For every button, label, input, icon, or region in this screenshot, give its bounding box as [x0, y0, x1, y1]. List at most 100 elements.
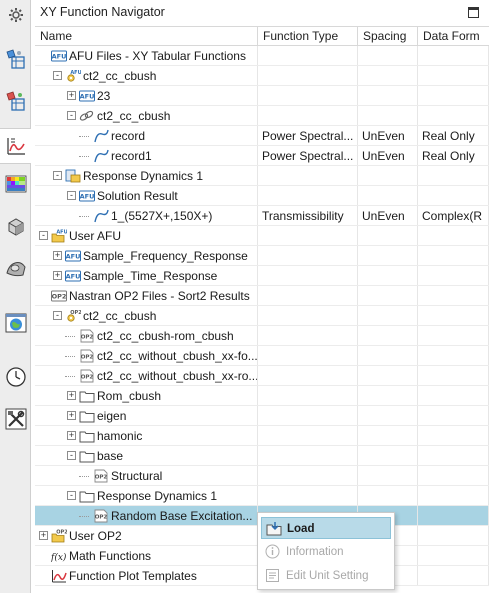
- op2-result-node[interactable]: OP2 ct2_cc_cbush-rom_cbush: [35, 326, 258, 346]
- tree-row[interactable]: - Response Dynamics 1: [35, 486, 489, 506]
- column-header-name[interactable]: Name: [35, 27, 258, 46]
- tree-row[interactable]: - AFU User AFU: [35, 226, 489, 246]
- color-palette-icon[interactable]: [3, 172, 28, 197]
- tree-row[interactable]: + AFU Sample_Frequency_Response: [35, 246, 489, 266]
- function-node[interactable]: 1_(5527X+,150X+): [35, 206, 258, 226]
- history-clock-icon[interactable]: [3, 364, 28, 389]
- collapse-icon[interactable]: -: [39, 231, 48, 240]
- tree-row[interactable]: OP2 Nastran OP2 Files - Sort2 Results: [35, 286, 489, 306]
- expand-icon[interactable]: +: [53, 271, 62, 280]
- collapse-icon[interactable]: -: [53, 71, 62, 80]
- tree-row[interactable]: + hamonic: [35, 426, 489, 446]
- settings-gear-icon[interactable]: [3, 2, 28, 27]
- response-dynamics-node[interactable]: - Response Dynamics 1: [35, 166, 258, 186]
- context-menu-edit-unit-setting[interactable]: Edit Unit Setting: [261, 565, 391, 587]
- xy-function-navigator-tab-icon[interactable]: [0, 128, 31, 164]
- tree-row[interactable]: - ct2_cc_cbush: [35, 106, 489, 126]
- collapse-icon[interactable]: -: [53, 171, 62, 180]
- context-menu-load[interactable]: Load: [261, 517, 391, 539]
- folder-node[interactable]: + hamonic: [35, 426, 258, 446]
- tree-row[interactable]: + AFU Sample_Time_Response: [35, 266, 489, 286]
- afu-files-node[interactable]: AFU AFU Files - XY Tabular Functions: [35, 46, 258, 66]
- afu-file-node[interactable]: - AFU ct2_cc_cbush: [35, 66, 258, 86]
- expand-icon[interactable]: +: [67, 411, 76, 420]
- collapse-icon[interactable]: -: [67, 111, 76, 120]
- afu-linked-file-node[interactable]: - ct2_cc_cbush: [35, 106, 258, 126]
- math-functions-node[interactable]: f(x) Math Functions: [35, 546, 258, 566]
- folder-node[interactable]: + Rom_cbush: [35, 386, 258, 406]
- tree-row[interactable]: - OP2 ct2_cc_cbush: [35, 306, 489, 326]
- collapse-icon[interactable]: -: [53, 311, 62, 320]
- collapse-icon[interactable]: -: [67, 491, 76, 500]
- column-header-spacing[interactable]: Spacing: [358, 27, 418, 46]
- column-header-data-form[interactable]: Data Form: [418, 27, 489, 46]
- tree-row[interactable]: record1 Power Spectral... UnEven Real Only: [35, 146, 489, 166]
- folder-node[interactable]: - Response Dynamics 1: [35, 486, 258, 506]
- folder-icon: [79, 489, 95, 503]
- part-navigator-icon[interactable]: [3, 88, 28, 113]
- tree-row[interactable]: OP2 ct2_cc_without_cbush_xx-ro...: [35, 366, 489, 386]
- expand-icon[interactable]: +: [67, 391, 76, 400]
- expand-icon[interactable]: +: [39, 531, 48, 540]
- tree-row[interactable]: OP2 ct2_cc_cbush-rom_cbush: [35, 326, 489, 346]
- tree-row[interactable]: - AFU Solution Result: [35, 186, 489, 206]
- op2-result-node[interactable]: OP2 Random Base Excitation...: [35, 506, 258, 526]
- maximize-icon[interactable]: [468, 7, 479, 18]
- tree-row[interactable]: AFU AFU Files - XY Tabular Functions: [35, 46, 489, 66]
- function-node[interactable]: record1: [35, 146, 258, 166]
- tree-row[interactable]: + Rom_cbush: [35, 386, 489, 406]
- collapse-icon[interactable]: -: [67, 191, 76, 200]
- collapse-icon[interactable]: -: [67, 451, 76, 460]
- user-afu-node[interactable]: - AFU User AFU: [35, 226, 258, 246]
- row-spacing: [358, 466, 418, 486]
- expand-icon[interactable]: +: [67, 91, 76, 100]
- row-spacing: [358, 46, 418, 66]
- op2-file-node[interactable]: - OP2 ct2_cc_cbush: [35, 306, 258, 326]
- tree-row[interactable]: OP2 Structural: [35, 466, 489, 486]
- context-menu-information[interactable]: Information: [261, 541, 391, 563]
- expand-icon[interactable]: +: [53, 251, 62, 260]
- row-spacing: [358, 386, 418, 406]
- svg-text:f(x): f(x): [51, 552, 67, 563]
- svg-text:OP2: OP2: [81, 335, 94, 341]
- row-function-type: Power Spectral...: [258, 146, 358, 166]
- row-function-type: [258, 426, 358, 446]
- folder-icon: [79, 389, 95, 403]
- op2-result-node[interactable]: OP2 ct2_cc_without_cbush_xx-fo...: [35, 346, 258, 366]
- tree-row[interactable]: - AFU ct2_cc_cbush: [35, 66, 489, 86]
- sample-file-node[interactable]: + AFU Sample_Frequency_Response: [35, 246, 258, 266]
- folder-node[interactable]: - base: [35, 446, 258, 466]
- web-browser-icon[interactable]: [3, 310, 28, 335]
- tree-row[interactable]: + eigen: [35, 406, 489, 426]
- afu-record-group-node[interactable]: + AFU 23: [35, 86, 258, 106]
- tree-row[interactable]: OP2 ct2_cc_without_cbush_xx-fo...: [35, 346, 489, 366]
- context-menu: Load Information Edit Unit Setting: [257, 512, 395, 590]
- folder-node[interactable]: + eigen: [35, 406, 258, 426]
- tree-row[interactable]: + AFU 23: [35, 86, 489, 106]
- process-studio-tools-icon[interactable]: [3, 406, 28, 431]
- expand-icon[interactable]: +: [67, 431, 76, 440]
- user-op2-node[interactable]: + OP2 User OP2: [35, 526, 258, 546]
- assembly-navigator-icon[interactable]: [3, 46, 28, 71]
- op2-result-node[interactable]: OP2 ct2_cc_without_cbush_xx-ro...: [35, 366, 258, 386]
- row-data-form: [418, 306, 489, 326]
- function-node[interactable]: record: [35, 126, 258, 146]
- row-name: ct2_cc_without_cbush_xx-fo...: [97, 349, 258, 363]
- solution-result-node[interactable]: - AFU Solution Result: [35, 186, 258, 206]
- function-plot-templates-node[interactable]: Function Plot Templates: [35, 566, 258, 586]
- roles-cube-icon[interactable]: [3, 214, 28, 239]
- resource-bar: [0, 0, 31, 593]
- tree-row[interactable]: 1_(5527X+,150X+) Transmissibility UnEven Co…: [35, 206, 489, 226]
- sample-file-node[interactable]: + AFU Sample_Time_Response: [35, 266, 258, 286]
- op2-result-node[interactable]: OP2 Structural: [35, 466, 258, 486]
- svg-text:AFU: AFU: [80, 93, 95, 101]
- reuse-library-icon[interactable]: [3, 256, 28, 281]
- tree-row[interactable]: - base: [35, 446, 489, 466]
- row-function-type: [258, 326, 358, 346]
- column-header-function-type[interactable]: Function Type: [258, 27, 358, 46]
- tree-row[interactable]: record Power Spectral... UnEven Real Only: [35, 126, 489, 146]
- tree-row[interactable]: - Response Dynamics 1: [35, 166, 489, 186]
- op2-files-node[interactable]: OP2 Nastran OP2 Files - Sort2 Results: [35, 286, 258, 306]
- svg-text:OP2: OP2: [56, 530, 67, 536]
- row-function-type: [258, 106, 358, 126]
